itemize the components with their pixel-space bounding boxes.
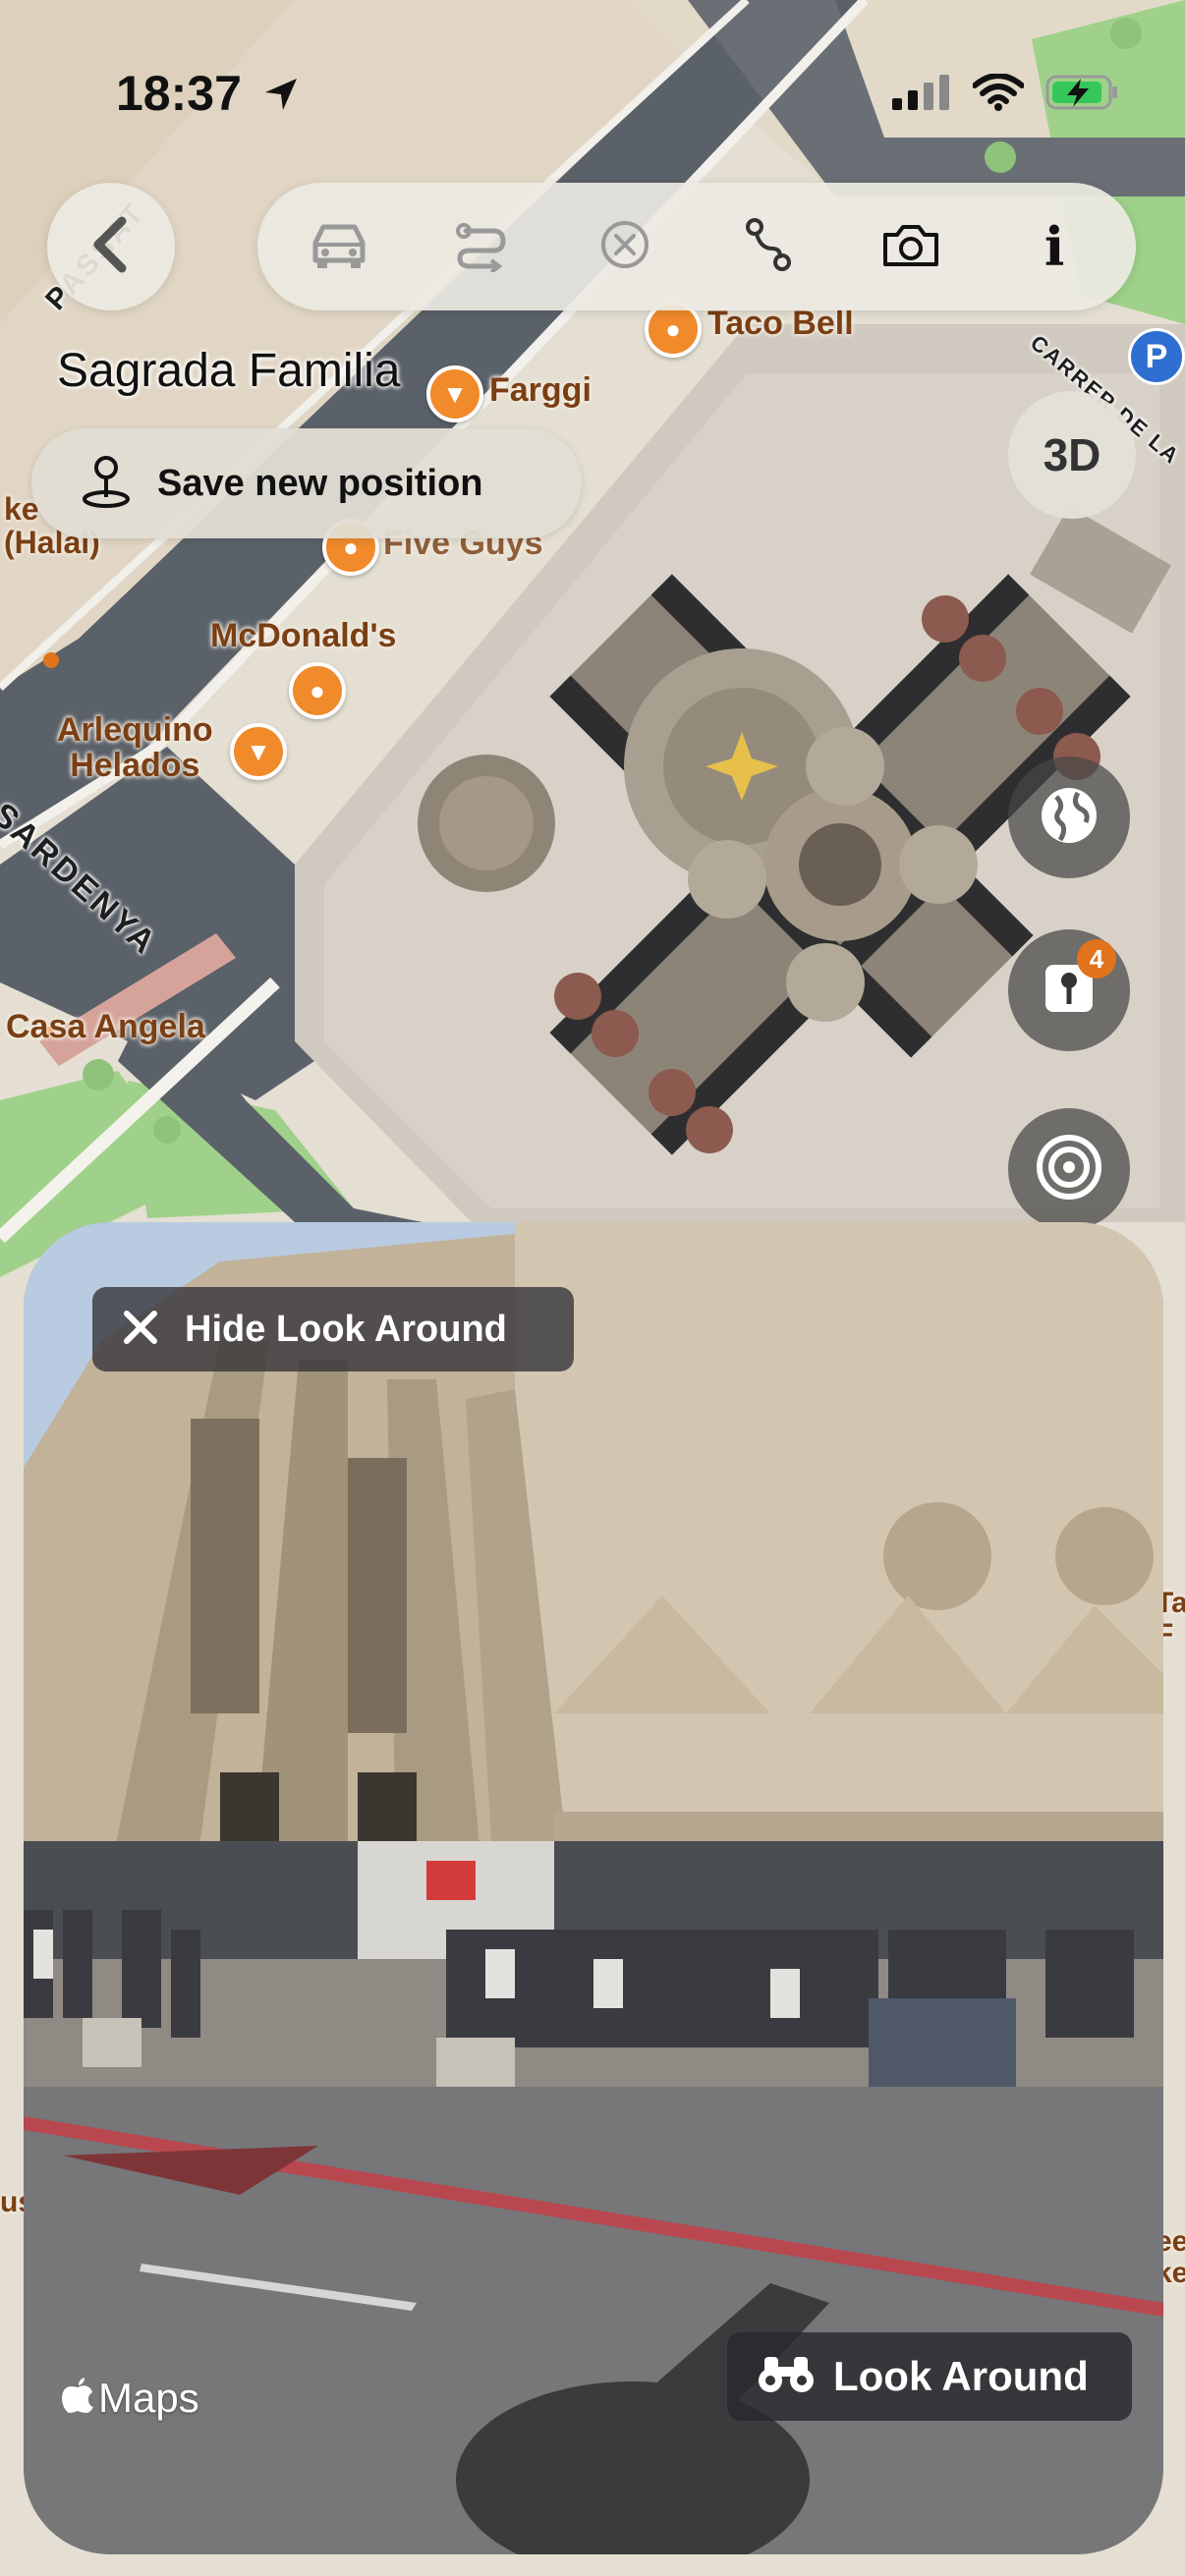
maps-logo-text: Maps: [98, 2375, 199, 2421]
look-around-button[interactable]: Look Around: [727, 2332, 1132, 2421]
camera-button[interactable]: [867, 202, 955, 291]
back-button[interactable]: [47, 183, 175, 310]
path-button[interactable]: [724, 202, 813, 291]
poi-label-casa-angela[interactable]: Casa Angela: [6, 1009, 205, 1045]
apple-logo-icon: [61, 2374, 94, 2423]
3d-label: 3D: [1043, 429, 1101, 480]
chevron-left-icon: [86, 215, 136, 279]
poi-pin-arlequino[interactable]: ▼: [230, 723, 287, 780]
globe-icon: [1037, 783, 1101, 853]
poi-label-mcdonalds[interactable]: McDonald's: [210, 618, 396, 654]
pins-button[interactable]: 4: [1008, 929, 1130, 1051]
3d-button[interactable]: 3D: [1008, 391, 1136, 519]
save-position-button[interactable]: Save new position: [31, 428, 582, 538]
signal-bars-icon: [892, 75, 951, 115]
place-title: Sagrada Familia: [57, 345, 401, 397]
save-position-label: Save new position: [157, 462, 483, 504]
pins-count-badge: 4: [1077, 939, 1116, 979]
poi-label-taco-bell[interactable]: Taco Bell: [707, 306, 854, 342]
close-circle-button[interactable]: [581, 202, 669, 291]
target-button[interactable]: [1008, 1108, 1130, 1230]
poi-label-farggi[interactable]: Farggi: [489, 372, 592, 409]
binoculars-icon: [757, 2353, 816, 2401]
poi-label-arlequino[interactable]: Arlequino Helados: [57, 712, 213, 783]
path-icon: [743, 217, 794, 277]
car-button[interactable]: [295, 202, 383, 291]
hide-look-around-button[interactable]: Hide Look Around: [92, 1287, 574, 1372]
map-pin-icon: [81, 454, 132, 514]
info-icon: i: [1044, 215, 1065, 278]
target-icon: [1035, 1133, 1103, 1206]
parking-icon[interactable]: P: [1128, 328, 1185, 385]
hide-look-around-label: Hide Look Around: [185, 1308, 507, 1350]
poi-pin-mcdonalds[interactable]: ●: [289, 662, 346, 719]
route-icon: [454, 217, 509, 277]
close-circle-icon: [599, 219, 650, 275]
look-around-label: Look Around: [833, 2353, 1089, 2399]
info-button[interactable]: i: [1010, 202, 1099, 291]
globe-button[interactable]: [1008, 756, 1130, 878]
battery-charging-icon: [1045, 73, 1120, 117]
status-time-text: 18:37: [116, 66, 242, 121]
maps-logo: Maps: [61, 2374, 199, 2423]
status-icons: [892, 73, 1120, 117]
status-time: 18:37: [116, 65, 301, 126]
poi-pin-farggi[interactable]: ▼: [426, 365, 483, 422]
wifi-icon: [972, 73, 1025, 116]
location-arrow-icon: [261, 69, 301, 126]
close-icon: [122, 1309, 159, 1351]
car-icon: [308, 219, 370, 275]
camera-icon: [881, 221, 940, 273]
top-toolbar: i: [257, 183, 1136, 310]
route-button[interactable]: [437, 202, 526, 291]
parking-label: P: [1145, 337, 1168, 375]
